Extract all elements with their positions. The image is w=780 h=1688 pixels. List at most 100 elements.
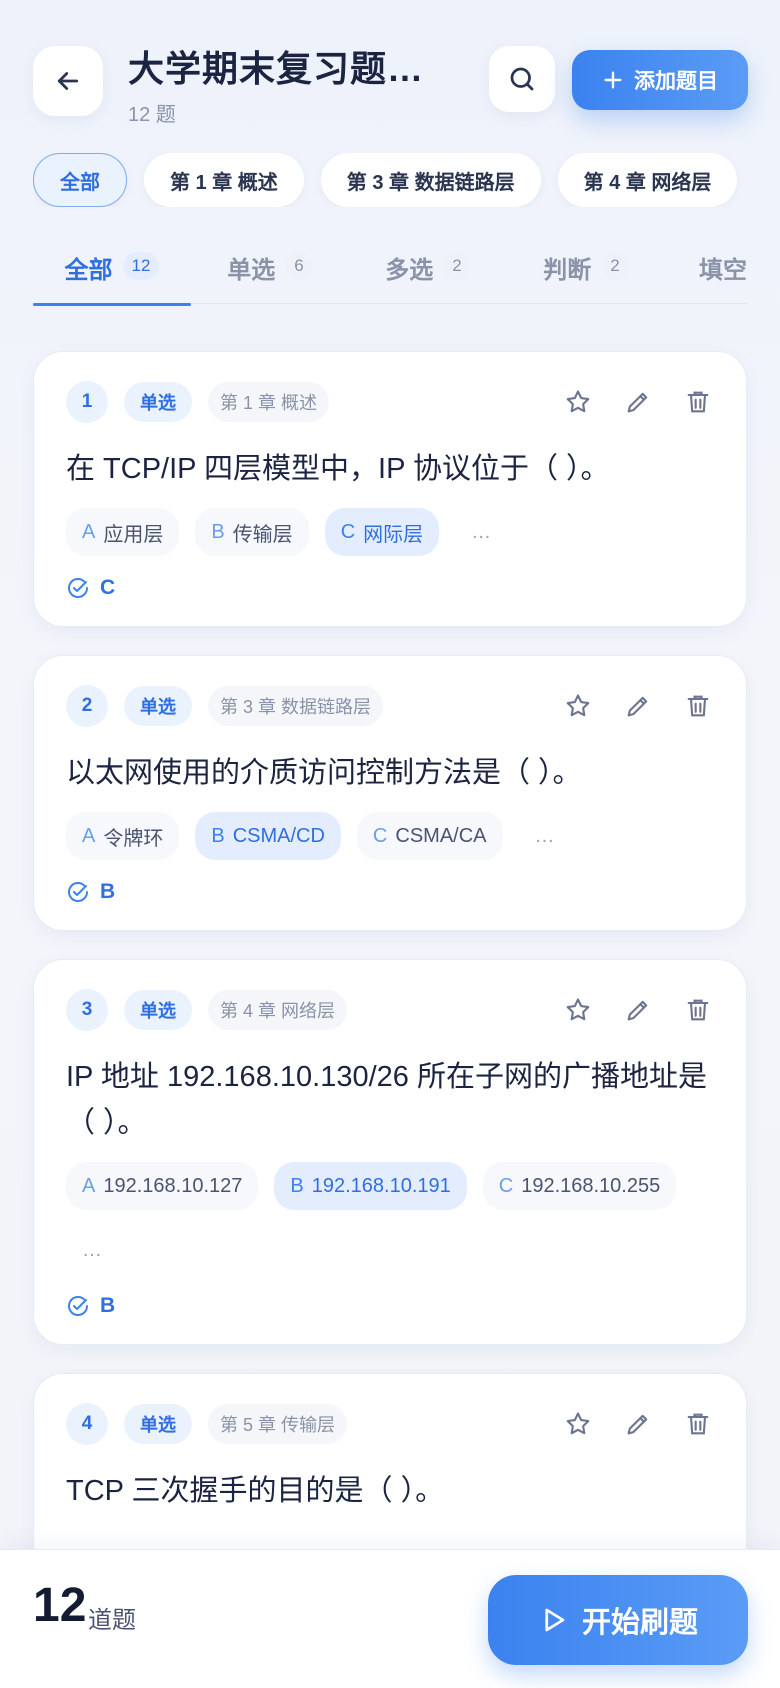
option-key: C [340,520,356,543]
check-circle-icon [68,882,88,902]
tab-label: 判断 [543,257,592,284]
option-key: A [82,520,96,543]
question-card[interactable]: 3 单选 第 4 章 网络层 IP 地址 192.168.10.130/26 所… [33,959,747,1345]
edit-button[interactable] [622,994,654,1026]
option-item: A 令牌环 [66,812,180,860]
search-icon [510,67,534,91]
question-type-badge: 单选 [124,382,192,422]
tab-label: 填空 [699,257,747,284]
pencil-icon [627,1000,648,1021]
trash-icon [687,1413,709,1435]
type-tabs: 全部 12 单选 6 多选 2 判断 2 填空 [33,232,747,306]
tab-count: 2 [601,252,629,280]
start-practice-label: 开始刷题 [581,1607,698,1639]
chapter-chip[interactable]: 第 3 章 数据链路层 [320,153,541,207]
option-text: CSMA/CD [232,824,325,847]
option-text: 192.168.10.255 [521,1174,661,1197]
edit-button[interactable] [622,1408,654,1440]
search-button[interactable] [489,46,555,112]
edit-button[interactable] [622,386,654,418]
tab-all[interactable]: 全部 12 [33,232,191,306]
tab-true-false[interactable]: 判断 2 [507,232,665,304]
pencil-icon [627,1414,648,1435]
tab-single-choice[interactable]: 单选 6 [191,232,349,304]
chapter-badge: 第 5 章 传输层 [208,1404,348,1444]
chapter-filter: 全部 第 1 章 概述 第 3 章 数据链路层 第 4 章 网络层 [33,153,780,207]
delete-button[interactable] [682,386,714,418]
star-icon [566,390,590,413]
option-text: 192.168.10.191 [311,1174,451,1197]
tab-label: 多选 [385,257,434,284]
chapter-badge: 第 1 章 概述 [208,382,330,422]
answer-row: B [66,1294,714,1318]
question-text: 在 TCP/IP 四层模型中，IP 协议位于（ ）。 [66,453,610,485]
option-item-correct: B CSMA/CD [195,812,341,860]
option-item: B 传输层 [195,508,309,556]
total-count-unit: 道题 [88,1607,136,1634]
option-text: CSMA/CA [395,824,487,847]
option-key: C [498,1174,514,1197]
favorite-button[interactable] [562,690,594,722]
start-practice-button[interactable]: 开始刷题 [488,1575,748,1665]
star-icon [566,694,590,717]
trash-icon [687,695,709,717]
option-key: C [372,824,388,847]
tab-multiple-choice[interactable]: 多选 2 [349,232,507,304]
question-number: 4 [66,1403,108,1445]
arrow-left-icon [57,72,79,90]
option-key: A [82,824,96,847]
trash-icon [687,999,709,1021]
star-icon [566,998,590,1021]
play-icon [545,1608,565,1632]
question-number: 1 [66,381,108,423]
trash-icon [687,391,709,413]
add-question-button[interactable]: 添加题目 [572,50,748,110]
question-count-subtitle: 12 题 [128,104,176,126]
option-text: 网际层 [363,523,424,546]
option-item-correct: B 192.168.10.191 [274,1162,467,1210]
question-card[interactable]: 2 单选 第 3 章 数据链路层 以太网使用的介质访问控制方法是（ ）。 A 令牌… [33,655,747,931]
total-count: 12 [33,1579,87,1632]
add-question-label: 添加题目 [634,70,718,93]
tab-label: 全部 [64,257,113,284]
chapter-badge: 第 3 章 数据链路层 [208,686,384,726]
delete-button[interactable] [682,690,714,722]
answer-value: C [100,576,116,599]
chapter-chip-all[interactable]: 全部 [33,153,127,207]
question-list: 1 单选 第 1 章 概述 在 TCP/IP 四层模型中，IP 协议位于（ ）。… [33,351,747,1661]
check-circle-icon [68,1296,88,1316]
option-text: 传输层 [232,523,293,546]
option-key: B [290,1174,304,1197]
favorite-button[interactable] [562,994,594,1026]
question-type-badge: 单选 [124,686,192,726]
page-title: 大学期末复习题库… [128,48,458,89]
star-icon [566,1412,590,1435]
question-number: 2 [66,685,108,727]
option-text: 192.168.10.127 [103,1174,243,1197]
chapter-chip[interactable]: 第 1 章 概述 [144,153,304,207]
favorite-button[interactable] [562,1408,594,1440]
pencil-icon [627,696,648,717]
plus-icon [604,71,622,89]
option-item: C CSMA/CA [356,812,503,860]
question-card[interactable]: 1 单选 第 1 章 概述 在 TCP/IP 四层模型中，IP 协议位于（ ）。… [33,351,747,627]
question-type-badge: 单选 [124,1404,192,1444]
question-text: TCP 三次握手的目的是（ ）。 [66,1475,445,1507]
option-item: A 应用层 [66,508,180,556]
answer-value: B [100,1294,116,1317]
tab-fill-blank[interactable]: 填空 [665,232,747,304]
header: 大学期末复习题库… 12 题 添加题目 [0,0,780,140]
favorite-button[interactable] [562,386,594,418]
back-button[interactable] [33,46,103,116]
chapter-badge: 第 4 章 网络层 [208,990,348,1030]
delete-button[interactable] [682,1408,714,1440]
option-item: A 192.168.10.127 [66,1162,259,1210]
option-key: B [211,824,225,847]
more-options-ellipsis: … [82,1238,102,1261]
delete-button[interactable] [682,994,714,1026]
edit-button[interactable] [622,690,654,722]
bottom-bar: 12 道题 开始刷题 [0,1549,780,1688]
chapter-chip[interactable]: 第 4 章 网络层 [557,153,738,207]
option-item: C 192.168.10.255 [482,1162,677,1210]
answer-value: B [100,880,116,903]
